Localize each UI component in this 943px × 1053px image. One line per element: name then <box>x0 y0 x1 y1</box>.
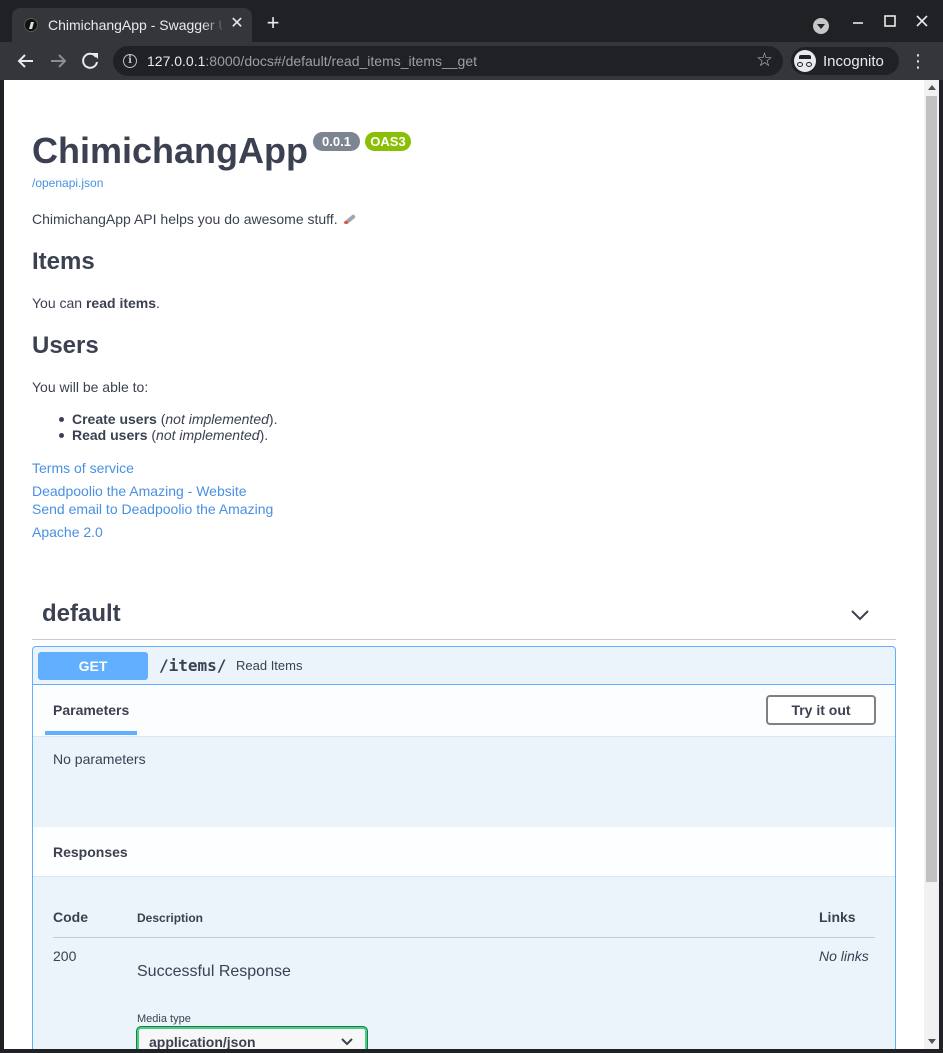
list-item: Read users (not implemented). <box>32 427 277 443</box>
tab-parameters[interactable]: Parameters <box>53 702 129 718</box>
chevron-down-icon[interactable] <box>850 608 870 622</box>
license-link[interactable]: Apache 2.0 <box>32 524 103 540</box>
rocket-icon <box>343 213 357 225</box>
bullet-italic: not implemented <box>156 427 260 443</box>
tag-section-header[interactable]: default <box>32 590 896 640</box>
scroll-down-icon[interactable] <box>928 1039 936 1044</box>
responses-title: Responses <box>53 844 128 860</box>
arrow-left-icon[interactable] <box>13 48 39 74</box>
api-title: ChimichangApp <box>32 130 308 171</box>
api-description-text: ChimichangApp API helps you do awesome s… <box>32 211 338 227</box>
incognito-icon <box>794 50 816 72</box>
new-tab-icon[interactable]: + <box>262 12 284 34</box>
tab-strip: ChimichangApp - Swagger UI ✕ + <box>0 0 943 42</box>
window-close-icon[interactable] <box>913 12 931 30</box>
close-icon[interactable]: ✕ <box>228 15 246 33</box>
browser-chrome: ChimichangApp - Swagger UI ✕ + i 127.0.0… <box>0 0 943 80</box>
response-code: 200 <box>53 948 77 964</box>
operation-get-items: GET /items/ Read Items Parameters Try it… <box>32 646 896 1049</box>
tab-title: ChimichangApp - Swagger UI <box>48 17 222 33</box>
column-header-description: Description <box>137 911 204 925</box>
responses-header: Responses <box>33 827 895 877</box>
bullet-paren-close: ). <box>268 411 278 427</box>
version-badge: 0.0.1 <box>313 132 360 151</box>
info-icon[interactable]: i <box>123 54 137 68</box>
items-text-bold: read items <box>85 295 157 311</box>
column-header-links: Links <box>819 909 856 925</box>
tab-search-icon[interactable] <box>813 18 829 34</box>
items-heading: Items <box>32 248 95 275</box>
response-description: Successful Response <box>137 963 291 980</box>
users-heading: Users <box>32 332 99 359</box>
minimize-icon[interactable] <box>849 12 867 30</box>
incognito-indicator[interactable]: Incognito <box>791 47 899 75</box>
maximize-icon[interactable] <box>881 12 899 30</box>
users-text: You will be able to: <box>32 379 149 395</box>
browser-toolbar: i 127.0.0.1:8000/docs#/default/read_item… <box>0 42 943 80</box>
oas-badge: OAS3 <box>365 132 411 151</box>
list-item: Create users (not implemented). <box>32 411 277 427</box>
no-parameters-text: No parameters <box>53 751 146 767</box>
star-icon[interactable]: ☆ <box>756 49 773 72</box>
terms-of-service-link[interactable]: Terms of service <box>32 460 134 476</box>
scroll-up-icon[interactable] <box>928 85 936 90</box>
browser-tab[interactable]: ChimichangApp - Swagger UI ✕ <box>12 8 252 42</box>
bullet-bold: Read users <box>72 427 148 443</box>
url-path: :8000/docs#/default/read_items_items__ge… <box>205 53 478 69</box>
page-viewport: ChimichangApp 0.0.1 OAS3 /openapi.json C… <box>4 80 939 1049</box>
chevron-down-icon <box>341 1038 353 1046</box>
bullet-paren-open: ( <box>147 427 157 443</box>
operation-summary: Read Items <box>236 658 303 673</box>
url-host: 127.0.0.1 <box>147 53 206 69</box>
tab-active-indicator <box>45 731 137 735</box>
scrollbar[interactable] <box>924 80 939 1049</box>
scrollbar-thumb[interactable] <box>926 96 937 882</box>
media-type-value: application/json <box>149 1034 256 1049</box>
contact-website-link[interactable]: Deadpoolio the Amazing - Website <box>32 483 247 499</box>
favicon-icon <box>24 18 38 32</box>
media-type-label: Media type <box>137 1013 191 1025</box>
bullet-paren-close: ). <box>259 427 269 443</box>
bullet-bold: Create users <box>72 411 157 427</box>
items-text: You can read items. <box>32 295 160 311</box>
kebab-menu-icon[interactable]: ⋮ <box>908 50 928 72</box>
reload-icon[interactable] <box>77 48 103 74</box>
items-text-prefix: You can <box>32 295 86 311</box>
incognito-label: Incognito <box>823 53 884 70</box>
api-description: ChimichangApp API helps you do awesome s… <box>32 211 357 227</box>
try-it-out-button[interactable]: Try it out <box>766 695 876 725</box>
table-divider <box>53 937 875 938</box>
response-links: No links <box>819 948 869 964</box>
openapi-json-link[interactable]: /openapi.json <box>32 176 103 190</box>
media-type-select[interactable]: application/json <box>137 1027 367 1049</box>
arrow-right-icon[interactable] <box>45 48 71 74</box>
bullet-italic: not implemented <box>165 411 269 427</box>
tab-title-fade <box>202 14 226 36</box>
items-text-suffix: . <box>156 295 160 311</box>
address-bar[interactable]: i 127.0.0.1:8000/docs#/default/read_item… <box>113 46 783 76</box>
column-header-code: Code <box>53 909 88 925</box>
users-bullet-list: Create users (not implemented). Read use… <box>32 411 277 443</box>
tag-name: default <box>42 600 121 627</box>
operation-summary-bar[interactable]: GET /items/ Read Items <box>33 647 895 685</box>
url-text[interactable]: 127.0.0.1:8000/docs#/default/read_items_… <box>147 53 477 69</box>
parameters-header: Parameters Try it out <box>33 685 895 737</box>
operation-path: /items/ <box>159 656 227 675</box>
method-badge: GET <box>38 652 148 680</box>
contact-email-link[interactable]: Send email to Deadpoolio the Amazing <box>32 501 273 517</box>
